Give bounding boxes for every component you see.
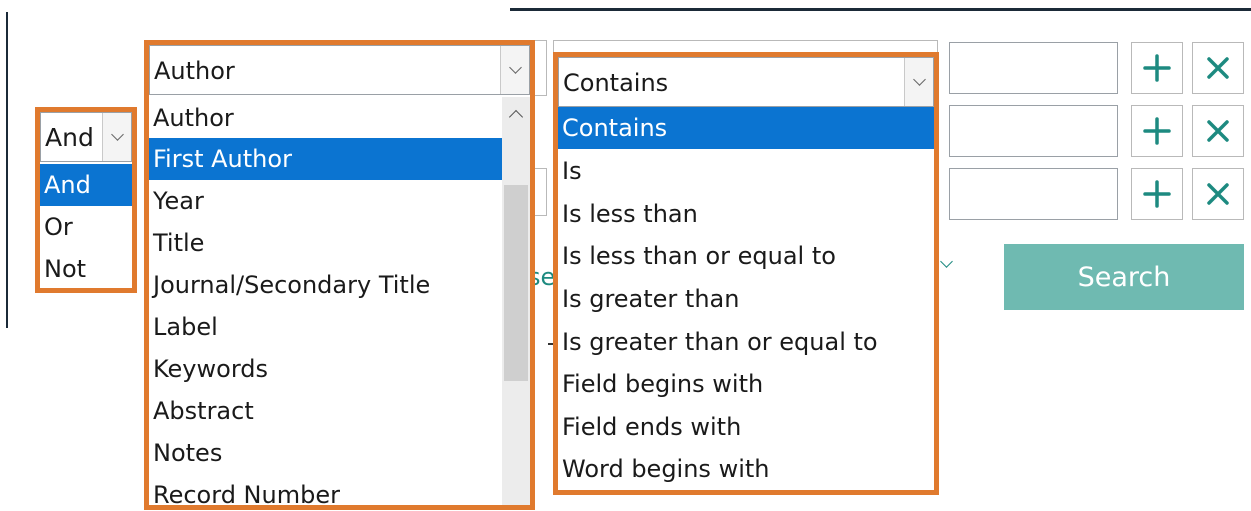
search-value-input[interactable] [949, 168, 1118, 220]
x-icon [1207, 183, 1229, 205]
options-chevron-icon[interactable] [940, 255, 956, 276]
search-button[interactable]: Search [1004, 244, 1244, 310]
plus-icon [1143, 180, 1171, 208]
add-row-button[interactable] [1131, 105, 1183, 157]
plus-icon [1143, 54, 1171, 82]
left-border-line [6, 12, 8, 328]
remove-row-button[interactable] [1192, 168, 1244, 220]
boolean-highlight-box [35, 107, 137, 293]
remove-row-button[interactable] [1192, 42, 1244, 94]
x-icon [1207, 57, 1229, 79]
plus-icon [1143, 117, 1171, 145]
remove-row-button[interactable] [1192, 105, 1244, 157]
add-row-button[interactable] [1131, 42, 1183, 94]
search-value-input[interactable] [949, 42, 1118, 94]
x-icon [1207, 120, 1229, 142]
condition-highlight-box [553, 52, 939, 495]
add-row-button[interactable] [1131, 168, 1183, 220]
top-border-line [510, 8, 1251, 11]
search-value-input[interactable] [949, 105, 1118, 157]
field-highlight-box [144, 40, 535, 510]
